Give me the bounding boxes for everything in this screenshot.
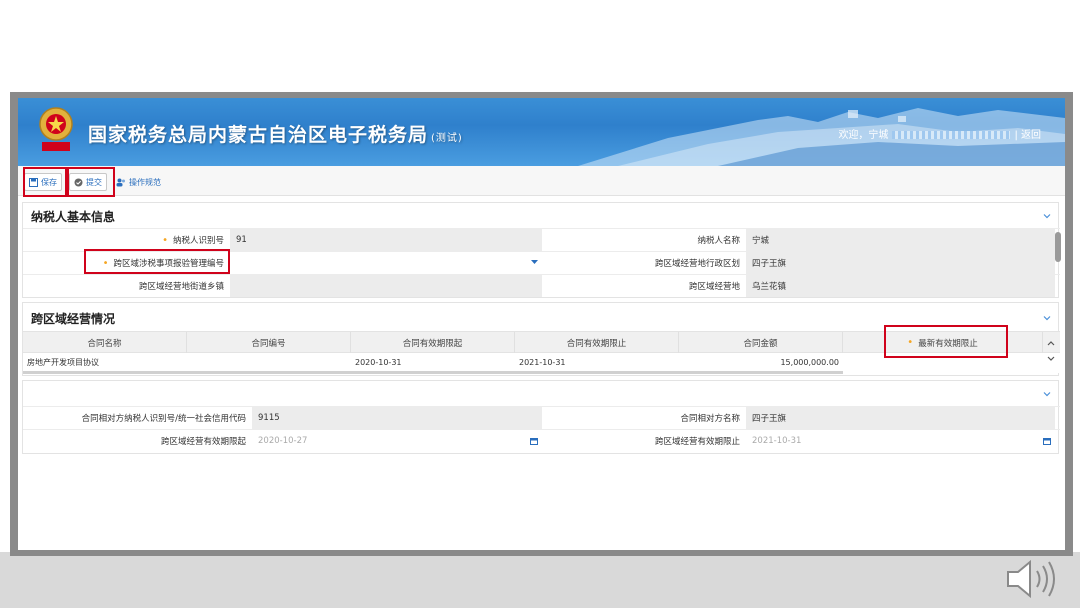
admin-region-value: 四子王旗 [752,259,787,269]
cell-contract-number [187,353,351,372]
calendar-icon[interactable] [530,437,538,445]
site-title: 国家税务总局内蒙古自治区电子税务局 (测试) [88,120,463,147]
location-label-text: 跨区域经营地 [688,282,740,292]
guide-link[interactable]: 操作规范 [112,173,165,191]
highlight-save [23,167,67,197]
browser-screen: 国家税务总局内蒙古自治区电子税务局 (测试) 欢迎，宁城 | 返回 保存 提交 操作… [18,98,1065,550]
toolbar: 保存 提交 操作规范 [18,166,1065,196]
form-row-3: 跨区域经营地街道乡镇 跨区域经营地 乌兰花镇 [23,274,1060,297]
site-header: 国家税务总局内蒙古自治区电子税务局 (测试) 欢迎，宁城 | 返回 [18,98,1065,166]
taxpayer-name-label-text: 纳税人名称 [697,236,740,246]
column-header-end-date: 合同有效期限止 [515,332,679,353]
counterparty-id-value: 9115 [258,413,280,423]
taxpayer-id-label-text: 纳税人识别号 [172,236,224,246]
counterparty-name-value: 四子王旗 [752,414,787,424]
tax-emblem-logo [39,107,73,151]
counterparty-row-1: 合同相对方纳税人识别号/统一社会信用代码 9115 合同相对方名称 四子王旗 [23,406,1060,429]
admin-region-label-text: 跨区域经营地行政区划 [654,259,740,269]
column-header-start-date: 合同有效期限起 [351,332,515,353]
cell-contract-name: 房地产开发项目协议 [27,358,99,367]
column-header-contract-number: 合同编号 [187,332,351,353]
slide-bottom-band [0,552,1080,608]
valid-from-value: 2020-10-27 [258,436,308,446]
valid-to-value: 2021-10-31 [752,436,802,446]
scroll-down-arrow-icon[interactable] [1046,355,1056,363]
welcome-text: 欢迎，宁城 [838,130,889,141]
counterparty-name-field[interactable]: 四子王旗 [746,407,1055,429]
street-label: 跨区域经营地街道乡镇 [23,275,230,297]
column-header-contract-name: 合同名称 [23,332,187,353]
street-label-text: 跨区域经营地街道乡镇 [138,282,224,292]
valid-to-label-text: 跨区域经营有效期限止 [654,437,740,447]
cell-start-date: 2020-10-31 [355,358,402,367]
cell-end-date: 2021-10-31 [519,358,566,367]
taxpayer-id-value: 91 [236,235,247,245]
admin-region-field[interactable]: 四子王旗 [746,252,1055,274]
location-field[interactable]: 乌兰花镇 [746,275,1055,297]
valid-to-date-field[interactable]: 2021-10-31 [746,430,1055,452]
chevron-down-icon[interactable] [1042,389,1052,399]
form-row-1: • 纳税人识别号 91 纳税人名称 宁城 [23,228,1060,251]
table-horizontal-scrollbar[interactable] [23,371,843,374]
return-link[interactable]: | 返回 [1014,130,1041,141]
location-value: 乌兰花镇 [752,282,787,292]
masked-username [892,131,1011,139]
valid-from-date-field[interactable]: 2020-10-27 [252,430,542,452]
counterparty-name-label: 合同相对方名称 [542,407,746,429]
calendar-icon[interactable] [1043,437,1051,445]
counterparty-id-field[interactable]: 9115 [252,407,542,429]
chevron-down-icon[interactable] [1042,313,1052,323]
site-title-text: 国家税务总局内蒙古自治区电子税务局 [88,124,429,146]
speaker-icon[interactable] [1004,556,1060,602]
cell-amount: 15,000,000.00 [780,358,839,367]
site-title-suffix: (测试) [431,133,463,144]
highlight-permit-no [84,249,230,274]
taxpayer-name-value: 宁城 [752,236,770,246]
chevron-down-icon[interactable] [1042,211,1052,221]
valid-to-label: 跨区域经营有效期限止 [542,430,746,452]
taxpayer-id-field[interactable]: 91 [230,229,542,251]
location-label: 跨区域经营地 [542,275,746,297]
users-icon [116,178,125,186]
counterparty-id-label: 合同相对方纳税人识别号/统一社会信用代码 [23,407,252,429]
scroll-up-arrow-icon[interactable] [1046,339,1056,347]
admin-region-label: 跨区域经营地行政区划 [542,252,746,274]
welcome-area: 欢迎，宁城 | 返回 [838,126,1041,141]
required-star-icon: • [162,234,168,246]
basic-info-title: 纳税人基本信息 [31,210,116,224]
dropdown-arrow-icon[interactable] [531,260,538,265]
highlight-latest-end [884,325,1008,358]
counterparty-id-label-text: 合同相对方纳税人识别号/统一社会信用代码 [81,414,246,424]
taxpayer-name-label: 纳税人名称 [542,229,746,251]
column-header-amount: 合同金额 [679,332,843,353]
counterparty-row-2: 跨区域经营有效期限起 2020-10-27 跨区域经营有效期限止 2021-10… [23,429,1060,452]
counterparty-section: 合同相对方纳税人识别号/统一社会信用代码 9115 合同相对方名称 四子王旗 跨… [22,380,1060,454]
highlight-submit [67,167,115,197]
guide-link-label: 操作规范 [129,177,161,187]
counterparty-name-label-text: 合同相对方名称 [680,414,740,424]
business-title: 跨区域经营情况 [31,312,116,326]
taxpayer-id-label: • 纳税人识别号 [23,229,230,251]
taxpayer-name-field[interactable]: 宁城 [746,229,1055,251]
vertical-scrollbar-thumb[interactable] [1055,232,1061,262]
street-field[interactable] [230,275,542,297]
valid-from-label: 跨区域经营有效期限起 [23,430,252,452]
valid-from-label-text: 跨区域经营有效期限起 [160,437,246,447]
permit-no-select[interactable] [230,252,542,274]
